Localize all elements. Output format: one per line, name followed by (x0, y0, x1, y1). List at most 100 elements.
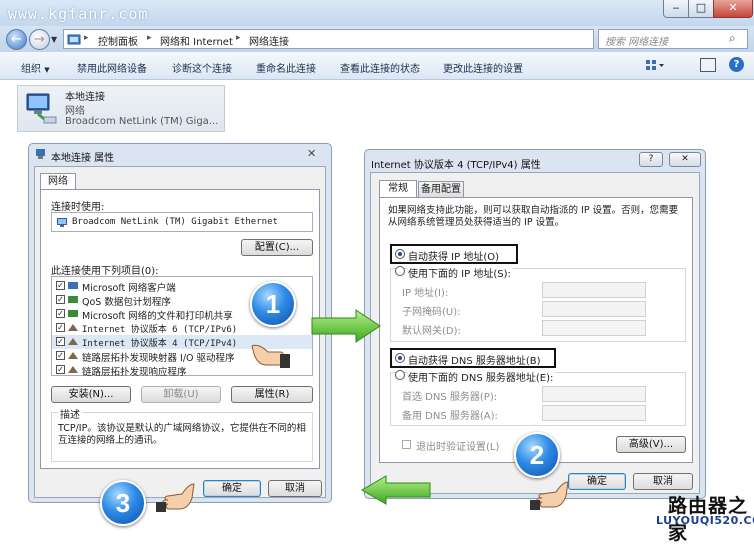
auto-dns-label: 自动获得 DNS 服务器地址(B) (408, 356, 541, 367)
search-input[interactable]: 搜索 网络连接 ⌕ (598, 29, 748, 49)
alternate-dns-label: 备用 DNS 服务器(A): (402, 411, 498, 422)
adapter-name: Broadcom NetLink (TM) Gigabit Ethernet (72, 217, 278, 227)
breadcrumb-chevron-icon[interactable]: ▸ (236, 33, 241, 43)
auto-dns-radio[interactable] (395, 353, 405, 363)
auto-ip-radio[interactable] (395, 249, 405, 259)
breadcrumb-chevron-icon[interactable]: ▸ (147, 33, 152, 43)
alternate-dns-input[interactable] (542, 405, 646, 421)
list-item-label: 链路层拓扑发现响应程序 (82, 367, 187, 378)
green-arrow-right-icon (311, 309, 381, 343)
preferred-dns-input[interactable] (542, 386, 646, 402)
watermark-text: www.kgfanr.com (8, 5, 149, 23)
network-adapter-icon (26, 93, 57, 124)
list-item-label: Microsoft 网络的文件和打印机共享 (82, 311, 233, 322)
minimize-button[interactable]: ‒ (663, 0, 689, 18)
protocol-icon (68, 338, 78, 345)
configure-button[interactable]: 配置(C)... (241, 239, 313, 256)
checkbox-checked[interactable]: ✓ (56, 309, 65, 318)
list-item-label: 链路层拓扑发现映射器 I/O 驱动程序 (82, 353, 235, 364)
tab-alternate-config[interactable]: 备用配置 (418, 181, 464, 198)
window-titlebar: www.kgfanr.com ‒ □ ✕ (0, 0, 754, 26)
install-button[interactable]: 安装(N)... (51, 386, 131, 403)
intro-text: 如果网络支持此功能，则可以获取自动指派的 IP 设置。否则，您需要从网络系统管理… (388, 205, 679, 228)
view-options-icon[interactable] (645, 58, 665, 72)
close-button[interactable]: ✕ (713, 0, 753, 18)
cancel-button[interactable]: 取消 (633, 473, 693, 490)
close-icon[interactable]: ✕ (307, 147, 316, 160)
description-label: 描述 (58, 406, 82, 421)
checkbox-checked[interactable]: ✓ (56, 351, 65, 360)
local-connection-properties-dialog: 本地连接 属性 ✕ 网络 连接时使用: Broadcom NetLink (TM… (28, 143, 332, 503)
diagnose-button[interactable]: 诊断这个连接 (172, 60, 232, 75)
checkbox-checked[interactable]: ✓ (56, 281, 65, 290)
description-group: 描述 TCP/IP。该协议是默认的广域网络协议，它提供在不同的相互连接的网络上的… (51, 406, 313, 462)
maximize-button[interactable]: □ (688, 0, 714, 18)
breadcrumb-network-connections[interactable]: 网络连接 (249, 33, 289, 48)
breadcrumb-chevron-icon[interactable]: ▸ (84, 33, 89, 43)
organize-menu[interactable]: 组织 ▼ (21, 60, 50, 75)
network-adapter-icon (57, 218, 67, 227)
ok-button[interactable]: 确定 (203, 480, 261, 497)
auto-ip-label: 自动获得 IP 地址(O) (408, 252, 500, 263)
change-settings-button[interactable]: 更改此连接的设置 (443, 60, 523, 75)
manual-ip-radio[interactable] (395, 266, 405, 276)
search-placeholder: 搜索 网络连接 (605, 37, 669, 48)
checkbox-checked[interactable]: ✓ (56, 295, 65, 304)
validate-on-exit-checkbox[interactable] (402, 440, 411, 449)
checkbox-checked[interactable]: ✓ (56, 323, 65, 332)
local-connection-item[interactable]: 本地连接 网络 Broadcom NetLink (TM) Giga... (17, 85, 225, 132)
cancel-button[interactable]: 取消 (268, 480, 322, 497)
ip-address-label: IP 地址(I): (402, 288, 449, 299)
step-1-badge: 1 (250, 281, 296, 327)
list-item-label: Microsoft 网络客户端 (82, 283, 176, 294)
preview-pane-icon[interactable] (700, 58, 716, 72)
tab-general[interactable]: 常规 (379, 180, 417, 197)
service-icon (68, 310, 78, 317)
default-gateway-input[interactable] (542, 320, 646, 336)
rename-button[interactable]: 重命名此连接 (256, 60, 316, 75)
dialog-body: 网络 连接时使用: Broadcom NetLink (TM) Gigabit … (34, 166, 326, 498)
adapter-field: Broadcom NetLink (TM) Gigabit Ethernet (51, 212, 313, 232)
address-bar[interactable]: ▸ 控制面板 ▸ 网络和 Internet ▸ 网络连接 ▼ ↻ (63, 29, 649, 49)
protocol-icon (68, 352, 78, 359)
pointing-hand-icon (156, 483, 195, 512)
default-gateway-label: 默认网关(D): (402, 326, 461, 337)
preferred-dns-label: 首选 DNS 服务器(P): (402, 392, 498, 403)
view-status-button[interactable]: 查看此连接的状态 (340, 60, 420, 75)
connect-using-label: 连接时使用: (51, 202, 105, 213)
help-button[interactable]: ? (639, 152, 663, 167)
items-label: 此连接使用下列项目(0): (51, 266, 159, 277)
breadcrumb-network-internet[interactable]: 网络和 Internet (160, 33, 233, 48)
tab-network[interactable]: 网络 (40, 173, 76, 190)
properties-button[interactable]: 属性(R) (231, 386, 313, 403)
network-tab-panel: 连接时使用: Broadcom NetLink (TM) Gigabit Eth… (40, 189, 320, 469)
back-button[interactable]: ← (6, 29, 27, 50)
dialog-title: 本地连接 属性 (51, 153, 115, 164)
navigation-bar: ← → ▼ ▸ 控制面板 ▸ 网络和 Internet ▸ 网络连接 ▼ ↻ 搜… (0, 26, 754, 52)
pointing-hand-icon (530, 481, 569, 510)
checkbox-checked[interactable]: ✓ (56, 365, 65, 374)
manual-dns-label: 使用下面的 DNS 服务器地址(E): (408, 369, 556, 384)
subnet-mask-input[interactable] (542, 301, 646, 317)
ok-button[interactable]: 确定 (568, 473, 626, 490)
close-button[interactable]: ✕ (669, 152, 701, 167)
network-icon (36, 149, 45, 159)
checkbox-checked[interactable]: ✓ (56, 337, 65, 346)
client-icon (68, 282, 78, 289)
ip-address-input[interactable] (542, 282, 646, 298)
advanced-button[interactable]: 高级(V)... (616, 436, 686, 453)
recent-pages-chevron-icon[interactable]: ▼ (51, 35, 57, 44)
forward-button[interactable]: → (29, 29, 50, 50)
step-2-badge: 2 (514, 432, 560, 478)
uninstall-button[interactable]: 卸载(U) (141, 386, 221, 403)
search-icon[interactable]: ⌕ (729, 31, 736, 46)
manual-dns-radio[interactable] (395, 370, 405, 380)
validate-on-exit-label: 退出时验证设置(L) (416, 442, 500, 453)
dialog-title: Internet 协议版本 4 (TCP/IPv4) 属性 (371, 160, 541, 171)
disable-device-button[interactable]: 禁用此网络设备 (77, 60, 147, 75)
pointing-hand-icon (251, 344, 290, 368)
chevron-down-icon: ▼ (44, 66, 50, 74)
help-icon[interactable]: ? (729, 57, 744, 72)
breadcrumb-control-panel[interactable]: 控制面板 (98, 33, 138, 48)
brand-url-watermark: LUYOUQI520.COM (656, 514, 754, 527)
